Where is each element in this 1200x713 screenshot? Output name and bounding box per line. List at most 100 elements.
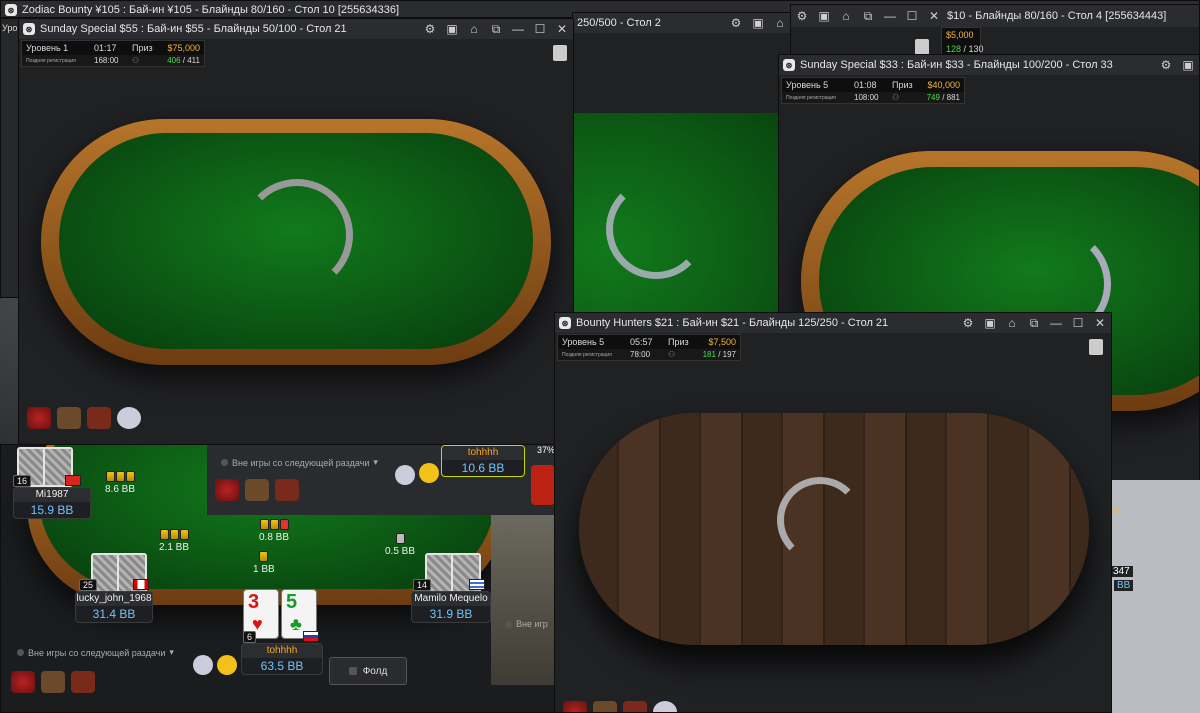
players-total: 411 (187, 56, 200, 65)
seat-number: 14 (413, 579, 432, 591)
title-bar[interactable]: ⊛ Sunday Special $55 : Бай-ин $55 - Блай… (19, 19, 573, 39)
gear-icon[interactable]: ⚙ (795, 9, 809, 23)
bet-chips: 1 BB (253, 551, 275, 575)
late-reg-timer: 108:00 (854, 93, 879, 102)
chevron-down-icon[interactable]: ▾ (373, 457, 378, 468)
home-icon[interactable]: ⌂ (839, 9, 853, 23)
maximize-icon[interactable]: ☐ (905, 9, 919, 23)
bet-amount: 2.1 BB (159, 542, 190, 553)
title-bar[interactable]: ⊛ Sunday Special $33 : Бай-ин $33 - Блай… (779, 55, 1199, 75)
seat-number: 16 (13, 475, 32, 487)
emote-icon[interactable] (563, 701, 587, 712)
window-sunday-special-55: ⊛ Sunday Special $55 : Бай-ин $55 - Блай… (18, 18, 574, 446)
sitout-option-top[interactable]: Вне игры со следующей раздачи ▾ (221, 457, 378, 468)
tile-icon[interactable]: ⧉ (861, 9, 875, 24)
minimize-icon[interactable]: — (1049, 316, 1063, 330)
close-icon[interactable]: ✕ (1093, 316, 1107, 330)
gear-icon[interactable]: ⚙ (1159, 58, 1173, 72)
chat-icon[interactable] (117, 407, 141, 429)
smiley-icon[interactable] (217, 655, 237, 675)
tile-icon[interactable]: ⧉ (1027, 316, 1041, 331)
seat-mi1987[interactable]: Mi1987 15.9 BB (13, 487, 91, 519)
players-icon: ⚇ (668, 350, 676, 359)
radio-icon[interactable] (221, 459, 228, 466)
app-logo-icon: ⊛ (5, 4, 17, 16)
players-remaining: 749 (926, 93, 940, 102)
radio-icon[interactable] (17, 649, 24, 656)
bounty-icon[interactable] (245, 479, 269, 501)
lobby-icon[interactable]: ▣ (1181, 58, 1195, 72)
seat-hero[interactable]: tohhhh 63.5 BB (241, 643, 323, 675)
title-bar[interactable]: 250/500 - Стол 2 ⚙ ▣ ⌂ (573, 13, 791, 33)
lobby-icon[interactable]: ▣ (445, 22, 459, 36)
prize-value: $7,500 (708, 337, 736, 347)
player-stack: 10.6 BB (461, 461, 505, 475)
seat-mamilo[interactable]: Mamilo Mequelo 31.9 BB (411, 591, 491, 623)
gear-icon[interactable]: ⚙ (423, 22, 437, 36)
window-title: Sunday Special $33 : Бай-ин $33 - Блайнд… (800, 59, 1113, 71)
seat-lucky-john[interactable]: lucky_john_1968 31.4 BB (75, 591, 153, 623)
bounty-icon[interactable] (593, 701, 617, 712)
bounty-icon[interactable] (41, 671, 65, 693)
table-icons-row (11, 671, 95, 693)
card-icon[interactable] (1089, 339, 1103, 355)
tournament-info: Уровень 5 01:08 Приз $40,000 Поздняя рег… (781, 77, 965, 104)
smiley-icon[interactable] (419, 463, 439, 483)
lobby-icon[interactable]: ▣ (817, 9, 831, 23)
card-icon[interactable] (915, 39, 929, 55)
prize-label: Приз (668, 337, 689, 347)
sitout-option-right[interactable]: Вне игр (505, 619, 548, 629)
tile-icon[interactable]: ⧉ (489, 22, 503, 37)
character-icon[interactable] (623, 701, 647, 712)
chat-icon[interactable] (395, 465, 415, 485)
player-stack: 15.9 BB (30, 503, 74, 517)
sitout-label: Вне игры со следующей раздачи (28, 647, 166, 658)
card-rank: 5 (286, 591, 298, 613)
sitout-label-short: Вне игр (516, 619, 548, 629)
window-title: 250/500 - Стол 2 (577, 17, 661, 29)
home-icon[interactable]: ⌂ (773, 16, 787, 30)
title-bar[interactable]: ⚙ ▣ ⌂ ⧉ — ☐ ✕ $10 - Блайнды 80/160 - Сто… (791, 5, 1199, 27)
players-remaining: 128 (946, 44, 962, 54)
chat-icon[interactable] (653, 701, 677, 712)
late-reg-label: Поздняя регистрация (562, 351, 612, 358)
home-icon[interactable]: ⌂ (1005, 316, 1019, 330)
home-icon[interactable]: ⌂ (467, 22, 481, 36)
bet-amount: 0.8 BB (259, 532, 290, 543)
gear-icon[interactable]: ⚙ (729, 16, 743, 30)
minimize-icon[interactable]: — (511, 22, 525, 36)
player-stack-stub: BB (1114, 580, 1134, 591)
character-icon[interactable] (71, 671, 95, 693)
lobby-icon[interactable]: ▣ (983, 316, 997, 330)
sitout-option[interactable]: Вне игры со следующей раздачи ▾ (17, 647, 174, 658)
radio-icon[interactable] (505, 620, 512, 628)
seat-hero-top[interactable]: tohhhh 10.6 BB (441, 445, 525, 477)
character-icon[interactable] (87, 407, 111, 429)
bounty-icon[interactable] (57, 407, 81, 429)
players-total: 881 (946, 93, 960, 102)
players-icon: ⚇ (892, 93, 900, 102)
minimize-icon[interactable]: — (883, 9, 897, 23)
overlapped-table-edge (491, 515, 555, 685)
prize-value: $40,000 (927, 80, 960, 90)
flag-icon (303, 631, 319, 642)
close-icon[interactable]: ✕ (555, 22, 569, 36)
maximize-icon[interactable]: ☐ (1071, 316, 1085, 330)
lobby-icon[interactable]: ▣ (751, 16, 765, 30)
action-button-partial[interactable] (531, 465, 555, 505)
character-icon[interactable] (275, 479, 299, 501)
emote-icon[interactable] (215, 479, 239, 501)
title-bar[interactable]: ⊛ Bounty Hunters $21 : Бай-ин $21 - Блай… (555, 313, 1111, 333)
maximize-icon[interactable]: ☐ (533, 22, 547, 36)
emote-icon[interactable] (27, 407, 51, 429)
prize-label: Приз (892, 80, 913, 90)
chat-icon[interactable] (193, 655, 213, 675)
gear-icon[interactable]: ⚙ (961, 316, 975, 330)
card-icon[interactable] (553, 45, 567, 61)
chevron-down-icon[interactable]: ▾ (169, 647, 174, 658)
close-icon[interactable]: ✕ (927, 9, 941, 23)
window-title: Bounty Hunters $21 : Бай-ин $21 - Блайнд… (576, 317, 889, 329)
emote-icon[interactable] (11, 671, 35, 693)
fold-button[interactable]: Фолд (329, 657, 407, 685)
loading-spinner (777, 477, 863, 563)
